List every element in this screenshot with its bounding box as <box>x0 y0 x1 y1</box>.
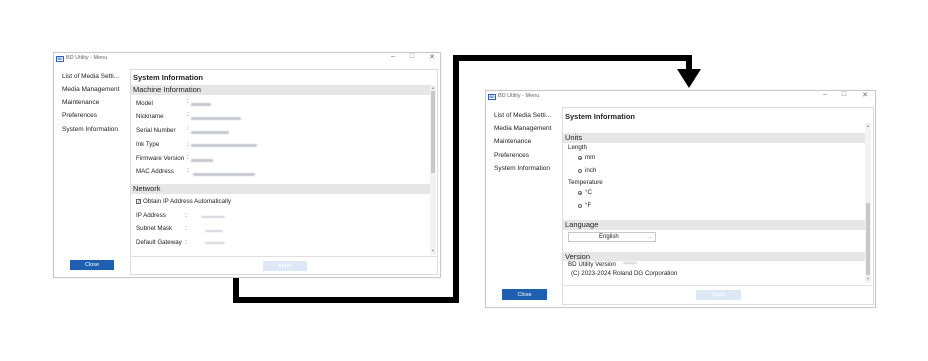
connector-vertical-middle <box>453 55 459 303</box>
model-value-redacted <box>191 103 211 106</box>
network-header: Network <box>131 184 430 194</box>
default-gateway-label: Default Gateway <box>136 239 182 246</box>
content-scrollbar[interactable]: ▲ ▼ <box>430 85 436 255</box>
minimize-icon[interactable]: – <box>819 91 831 98</box>
scroll-thumb[interactable] <box>866 203 870 275</box>
window-title: BD Utility - Menu <box>66 55 108 61</box>
length-mm-label: mm <box>585 154 596 161</box>
length-inch-label: inch <box>585 167 597 174</box>
obtain-ip-checkbox[interactable]: ✓ <box>136 199 141 205</box>
mac-address-label: MAC Address <box>136 168 174 175</box>
subnet-mask-label: Subnet Mask <box>136 225 173 232</box>
version-header: Version <box>563 252 865 261</box>
temperature-fahrenheit-label: °F <box>585 202 592 209</box>
connector-vertical-right <box>686 55 692 70</box>
chevron-down-icon: ⌄ <box>648 234 652 239</box>
maximize-icon[interactable]: □ <box>838 91 850 98</box>
subnet-mask-value-redacted <box>205 230 223 232</box>
language-select[interactable]: English ⌄ <box>568 232 656 242</box>
mac-address-sep: : <box>187 167 189 174</box>
ink-type-value-redacted <box>191 144 257 147</box>
default-gateway-sep: : <box>185 239 187 246</box>
copyright-text: (C) 2023-2024 Roland DG Corporation <box>571 270 678 277</box>
utility-version-label: BD Utility Version <box>568 261 616 268</box>
sidebar-item-media-management[interactable]: Media Management <box>494 125 551 132</box>
obtain-ip-label: Obtain IP Address Automatically <box>143 198 231 205</box>
content-panel: System Information Machine Information M… <box>130 69 438 275</box>
temperature-label: Temperature <box>568 179 603 186</box>
serial-number-sep: : <box>187 125 189 132</box>
apply-button[interactable]: Apply <box>263 261 307 271</box>
nickname-sep: : <box>187 111 189 118</box>
window-title: BD Utility - Menu <box>498 93 540 99</box>
nickname-label: Nickname <box>136 113 164 120</box>
minimize-icon[interactable]: – <box>387 53 399 60</box>
firmware-version-sep: : <box>187 154 189 161</box>
app-icon: BD <box>56 56 64 62</box>
titlebar: BD BD Utility - Menu – □ ✕ <box>486 91 875 103</box>
sidebar-item-maintenance[interactable]: Maintenance <box>62 99 99 106</box>
content-panel: System Information Units Length mm inch … <box>562 107 874 305</box>
sidebar-item-media-management[interactable]: Media Management <box>62 86 119 93</box>
length-label: Length <box>568 144 587 151</box>
model-label: Model <box>136 100 153 107</box>
temperature-fahrenheit-radio[interactable] <box>578 204 582 208</box>
close-button[interactable]: Close <box>502 289 547 300</box>
maximize-icon[interactable]: □ <box>406 53 418 60</box>
footer-divider <box>131 256 437 257</box>
mac-address-value-redacted <box>193 173 255 176</box>
ink-type-label: Ink Type <box>136 141 160 148</box>
sidebar-item-preferences[interactable]: Preferences <box>494 152 529 159</box>
window-system-info-1: BD BD Utility - Menu – □ ✕ List of Media… <box>53 52 441 278</box>
firmware-version-value-redacted <box>191 159 213 162</box>
close-icon[interactable]: ✕ <box>426 53 438 61</box>
default-gateway-value-redacted <box>205 242 225 244</box>
subnet-mask-sep: : <box>185 225 187 232</box>
connector-bottom <box>233 297 459 303</box>
sidebar-item-maintenance[interactable]: Maintenance <box>494 138 531 145</box>
sidebar-item-system-information[interactable]: System Information <box>62 126 118 133</box>
sidebar-item-media-settings[interactable]: List of Media Setti... <box>62 73 119 80</box>
sidebar-item-media-settings[interactable]: List of Media Setti... <box>494 112 551 119</box>
temperature-celsius-radio[interactable] <box>578 191 582 195</box>
language-header: Language <box>563 220 865 230</box>
model-sep: : <box>187 98 189 105</box>
firmware-version-label: Firmware Version <box>136 155 185 162</box>
serial-number-value-redacted <box>191 131 229 134</box>
scroll-down-icon[interactable]: ▼ <box>865 276 871 281</box>
scroll-thumb[interactable] <box>431 91 435 173</box>
sidebar-item-system-information[interactable]: System Information <box>494 165 550 172</box>
footer-divider <box>563 285 873 286</box>
scroll-up-icon[interactable]: ▲ <box>865 123 871 128</box>
page-title: System Information <box>133 73 204 82</box>
scroll-down-icon[interactable]: ▼ <box>430 248 436 253</box>
titlebar: BD BD Utility - Menu – □ ✕ <box>54 53 440 65</box>
machine-info-header: Machine Information <box>131 85 430 95</box>
arrowhead-icon <box>677 69 701 88</box>
scroll-up-icon[interactable]: ▲ <box>430 85 436 90</box>
sidebar-item-preferences[interactable]: Preferences <box>62 112 97 119</box>
ip-address-value-redacted <box>201 216 225 218</box>
language-select-value: English <box>599 234 619 240</box>
ip-address-sep: : <box>185 212 187 219</box>
nickname-value-redacted <box>191 117 241 120</box>
content-scrollbar[interactable]: ▲ ▼ <box>865 123 871 283</box>
window-system-info-2: BD BD Utility - Menu – □ ✕ List of Media… <box>485 90 876 308</box>
length-mm-radio[interactable] <box>578 156 582 160</box>
length-inch-radio[interactable] <box>578 169 582 173</box>
connector-top <box>453 55 692 61</box>
temperature-celsius-label: °C <box>585 189 592 196</box>
apply-button[interactable]: Apply <box>696 290 741 300</box>
close-icon[interactable]: ✕ <box>859 91 871 99</box>
app-icon: BD <box>488 94 496 100</box>
ip-address-label: IP Address <box>136 212 166 219</box>
units-header: Units <box>563 133 865 143</box>
utility-version-value-redacted <box>623 262 637 264</box>
close-button[interactable]: Close <box>70 260 114 270</box>
serial-number-label: Serial Number <box>136 127 176 134</box>
ink-type-sep: : <box>187 141 189 148</box>
page-title: System Information <box>565 112 636 121</box>
